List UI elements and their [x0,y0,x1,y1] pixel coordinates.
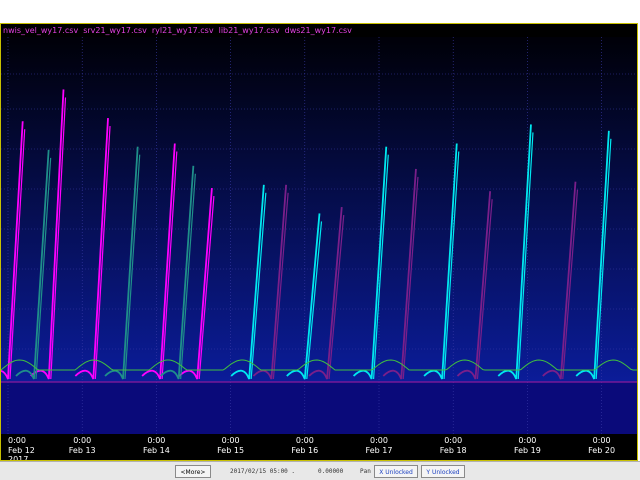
legend-entry: dws21_wy17.csv [284,26,352,35]
x-tick-date: Feb 18 [440,446,467,455]
x-axis: 0:00Feb 1220170:00Feb 130:00Feb 140:00Fe… [8,436,615,460]
x-tick-time: 0:00 [370,436,388,445]
legend: nwis_vel_wy17.csv srv21_wy17.csv ryl21_wy1… [1,24,357,37]
x-tick-date: Feb 13 [69,446,96,455]
x-tick-date: Feb 16 [291,446,318,455]
x-tick-time: 0:00 [222,436,240,445]
x-tick-date: Feb 19 [514,446,541,455]
x-tick-time: 0:00 [73,436,91,445]
cursor-date-field: 2017/02/15 05:00 . [230,468,296,475]
plot-area[interactable]: 0:00 Feb 12 2017 0:00 Feb 13 0:00 Feb 14 0:00 Fe… [0,23,638,461]
legend-entry: lib21_wy17.csv [218,26,280,35]
pan-label: Pan [360,468,371,475]
x-tick-time: 0:00 [296,436,314,445]
x-tick-time: 0:00 [518,436,536,445]
x-tick-date: Feb 14 [143,446,170,455]
window-top-band [0,0,640,23]
footer-toolbar: <More> 2017/02/15 05:00 . 0.00000 Pan X … [0,461,640,480]
legend-entry: srv21_wy17.csv [83,26,147,35]
x-tick-date: Feb 12 [8,446,35,455]
x-tick-time: 0:00 [593,436,611,445]
x-tick-date: Feb 17 [366,446,393,455]
legend-entry: ryl21_wy17.csv [151,26,214,35]
x-lock-button[interactable]: X Unlocked [374,465,418,478]
chart-canvas[interactable]: 0:00Feb 1220170:00Feb 130:00Feb 140:00Fe… [1,24,638,461]
legend-entry: nwis_vel_wy17.csv [3,26,79,35]
x-tick-time: 0:00 [444,436,462,445]
x-tick-date: Feb 20 [588,446,615,455]
y-lock-button[interactable]: Y Unlocked [421,465,465,478]
baseline-band [1,382,637,434]
more-button[interactable]: <More> [175,465,211,478]
x-tick-time: 0:00 [147,436,165,445]
cursor-value-field: 0.00000 [318,468,344,475]
x-tick-time: 0:00 [8,436,26,445]
x-tick-date: Feb 15 [217,446,244,455]
